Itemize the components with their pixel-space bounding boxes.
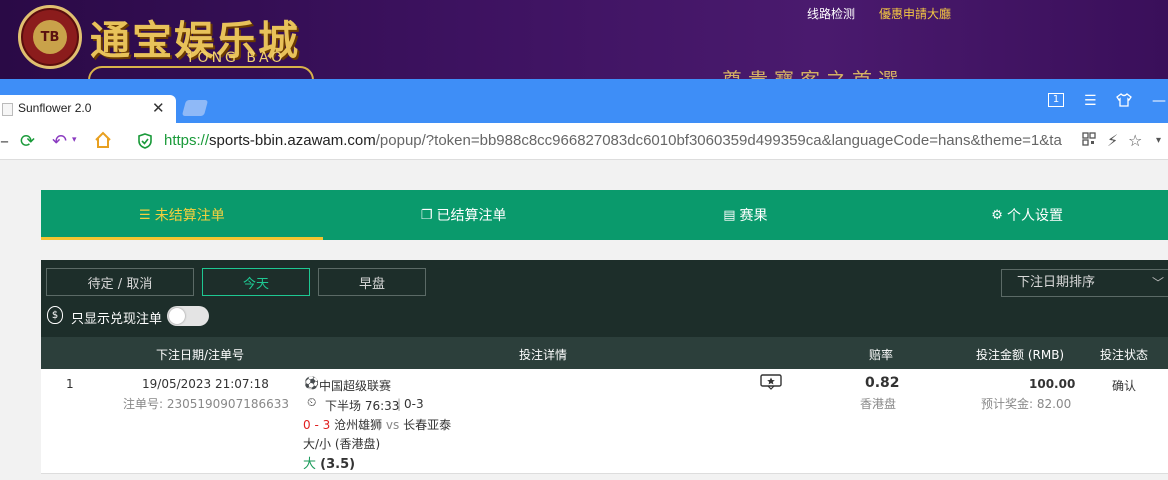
money-bag-icon: $ [47,306,63,324]
brand-pill-decoration [88,66,314,80]
casino-chip-logo-icon: TB [18,5,82,69]
pending-cancel-button[interactable]: 待定 / 取消 [46,268,194,296]
settled-icon: ❐ [420,207,433,223]
slogan: 尊貴寶客之首選 [722,68,904,80]
tab-label: 个人设置 [1006,208,1063,224]
skin-icon[interactable] [1116,93,1132,111]
home-icon[interactable] [94,131,112,154]
chevron-down-icon: ﹀ [1151,276,1164,290]
url-scheme: https:// [164,132,210,149]
col-date: 下注日期/注单号 [156,348,245,362]
bet-datetime: 19/05/2023 21:07:18 [142,377,269,391]
soccer-ball-icon: ⚽ [304,376,319,390]
odds-value: 0.82 [865,375,900,391]
chip-text: TB [33,20,67,54]
url-field[interactable]: https://sports-bbin.azawam.com/popup/?to… [164,132,1074,149]
brand-name-en: TONG BAO [186,50,286,66]
bet-selection: 大 [303,457,317,472]
dropdown-chevron-icon[interactable]: ▾ [1156,135,1161,146]
tab-settings[interactable]: ⚙ 个人设置 [886,190,1168,240]
tab-count-icon[interactable]: 1 [1048,93,1064,107]
minimize-icon[interactable]: — [1152,93,1166,109]
unsettled-icon: ☰ [139,207,151,223]
col-odds: 赔率 [869,348,894,362]
cashout-only-toggle[interactable] [167,306,209,326]
col-detail: 投注详情 [519,348,568,362]
bets-table-header: 下注日期/注单号 投注详情 赔率 投注金额 (RMB) 投注状态 [41,337,1168,369]
back-icon[interactable]: – [0,131,9,152]
secure-shield-icon[interactable] [138,133,152,149]
new-tab-button[interactable] [181,100,209,116]
bet-number: 注单号: 2305190907186633 [123,397,290,411]
page-favicon-icon [2,103,13,116]
away-team: 长春亚泰 [403,418,452,432]
url-host: sports-bbin.azawam.com [209,132,376,149]
bet-line: (3.5) [320,457,356,472]
filter-panel: 待定 / 取消 今天 早盘 下注日期排序 ﹀ $ 只显示兑现注单 [41,260,1168,337]
close-tab-icon[interactable]: ✕ [152,99,165,117]
home-team: 沧州雄狮 [334,418,383,432]
site-banner: TB 通宝娱乐城 TONG BAO 线路检测 優惠申請大廳 尊貴寶客之首選 [0,0,1168,80]
odds-type: 香港盘 [860,397,897,411]
gear-icon: ⚙ [991,207,1003,223]
cashout-only-label: 只显示兑现注单 [71,312,163,327]
address-bar: – ⟳ ↶ ▾ https://sports-bbin.azawam.com/p… [0,123,1168,160]
tab-settled[interactable]: ❐ 已结算注单 [323,190,605,240]
tab-unsettled[interactable]: ☰ 未结算注单 [41,190,323,240]
live-stream-icon[interactable] [760,374,782,393]
tab-label: 已结算注单 [436,208,507,224]
toggle-knob [169,308,185,324]
browser-tab-bar: Sunflower 2.0 ✕ 1 ☰ — [0,79,1168,123]
period-score: 0-3 [404,397,424,411]
bookmark-star-icon[interactable]: ☆ [1128,131,1142,150]
line-check-link[interactable]: 线路检测 [807,5,855,22]
browser-tab[interactable]: Sunflower 2.0 ✕ [0,95,176,123]
match-period: 下半场 76:33 [325,399,400,413]
tab-label: 未结算注单 [154,208,225,224]
tab-title: Sunflower 2.0 [18,101,92,115]
col-status: 投注状态 [1100,348,1149,362]
early-market-button[interactable]: 早盘 [318,268,426,296]
tab-label: 赛果 [739,208,768,224]
bet-amount: 100.00 [1029,377,1076,391]
bet-nav: ☰ 未结算注单 ❐ 已结算注单 ▤ 赛果 ⚙ 个人设置 [41,190,1168,240]
estimated-payout: 预计奖金: 82.00 [981,397,1072,411]
lightning-icon[interactable]: ⚡ [1107,131,1118,150]
undo-icon[interactable]: ↶ [52,131,67,152]
url-path: /popup/?token=bb988c8cc966827083dc6010bf… [375,132,1062,149]
col-amount: 投注金额 (RMB) [976,348,1065,362]
today-button[interactable]: 今天 [202,268,310,296]
qr-code-icon[interactable] [1082,131,1096,150]
versus-label: vs [385,418,400,432]
promo-hall-link[interactable]: 優惠申請大廳 [879,5,951,22]
refresh-icon[interactable]: ⟳ [20,131,35,152]
results-icon: ▤ [723,207,736,223]
match-clock-icon: ⏲ [307,395,317,409]
sort-selected-value: 下注日期排序 [1017,275,1096,290]
row-index: 1 [66,377,74,391]
tab-results[interactable]: ▤ 赛果 [605,190,887,240]
market-type: 大/小 (香港盘) [303,437,381,451]
league-name: 中国超级联赛 [319,379,392,393]
match-score: 0 - 3 [303,418,331,432]
menu-icon[interactable]: ☰ [1084,93,1097,109]
undo-dropdown-icon[interactable]: ▾ [72,135,77,145]
status-badge: 确认 [1112,379,1137,393]
sort-select[interactable]: 下注日期排序 ﹀ [1001,269,1168,297]
score-separator: | [397,397,402,411]
table-row: 1 19/05/2023 21:07:18 注单号: 2305190907186… [41,369,1168,474]
